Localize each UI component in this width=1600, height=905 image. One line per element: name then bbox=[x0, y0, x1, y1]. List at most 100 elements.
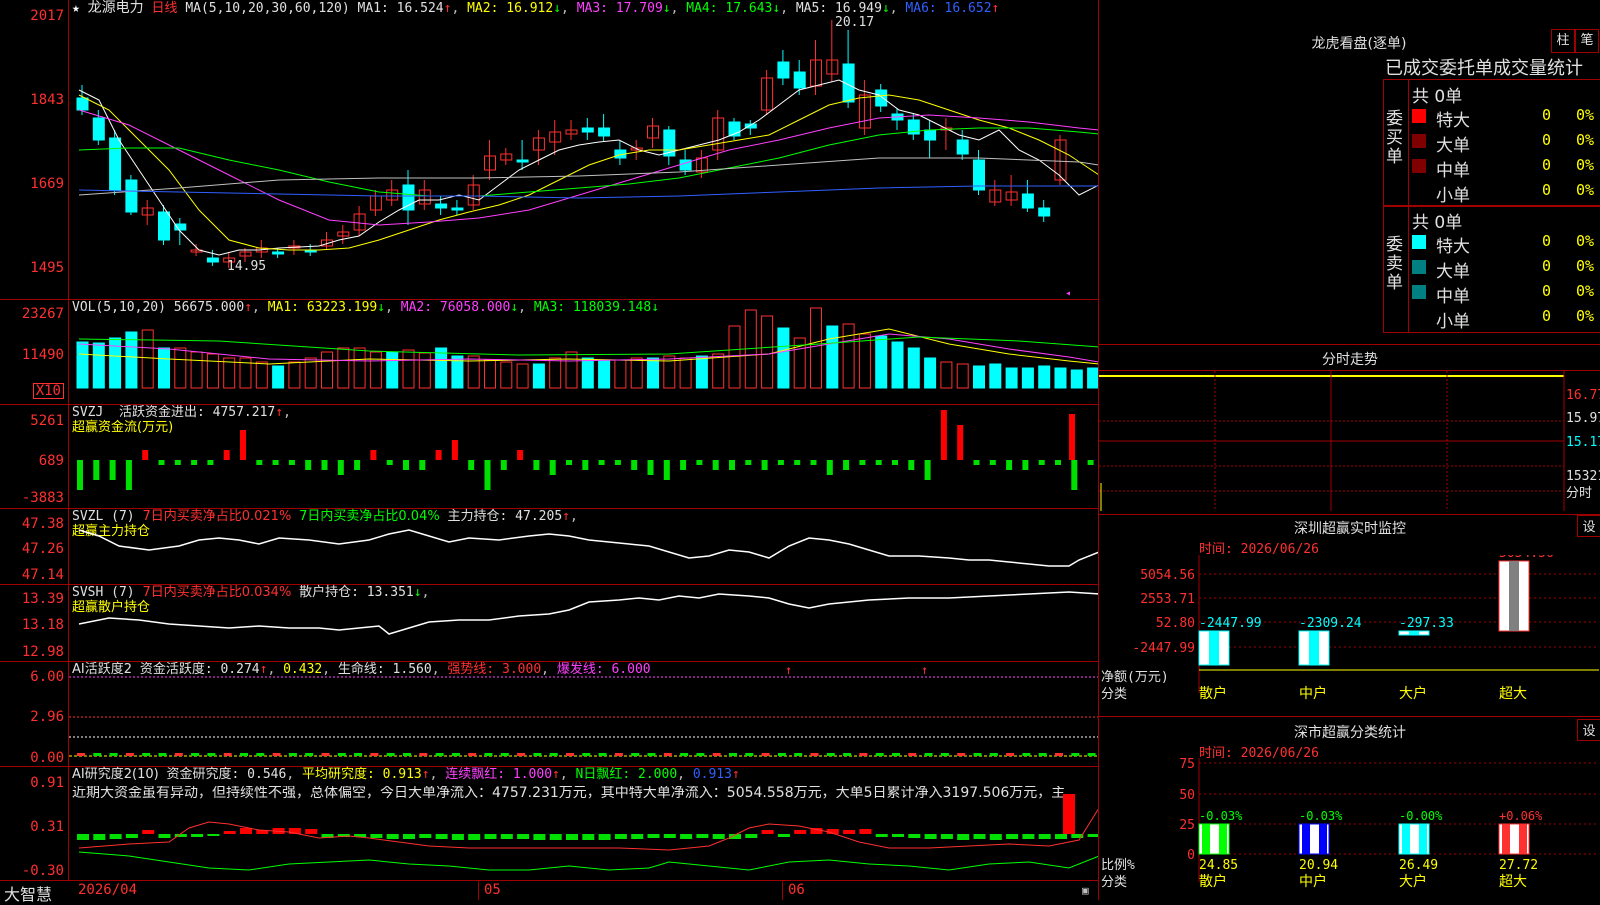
volume-bar bbox=[484, 359, 496, 389]
candle-body bbox=[875, 89, 888, 107]
research-bar bbox=[566, 834, 578, 840]
fund-flow-bar bbox=[1006, 460, 1013, 470]
ai-research-panel[interactable]: 0.91 0.31 -0.30 AI研究度2(10) 资金研究度: 0.546,… bbox=[0, 766, 1098, 881]
research-bar bbox=[403, 834, 415, 839]
sell-row-pct: 0% bbox=[1576, 282, 1595, 300]
y-tick: -0.30 bbox=[21, 863, 64, 879]
svsh-panel[interactable]: 13.39 13.18 12.98 SVSH (7) 7日内买卖净占比0.034… bbox=[0, 584, 1098, 662]
svzl-chart[interactable] bbox=[69, 508, 1098, 584]
research-bar bbox=[940, 834, 953, 839]
research-bar bbox=[386, 834, 399, 839]
fund-flow-bar bbox=[566, 460, 572, 465]
category-label: 散户 bbox=[1199, 685, 1227, 702]
buy-total: 共 0单 bbox=[1412, 87, 1463, 107]
volume-bar bbox=[565, 351, 578, 389]
fenshi-volume: 15321 bbox=[1566, 469, 1600, 484]
candle-body bbox=[272, 251, 285, 255]
ai-activity-panel[interactable]: 6.00 2.96 0.00 AI活跃度2 资金活跃度: 0.274↑, 0.4… bbox=[0, 661, 1098, 767]
y-tick: 25 bbox=[1179, 818, 1195, 833]
sell-row-count: 0 bbox=[1542, 307, 1552, 325]
research-bar bbox=[761, 830, 774, 834]
sz-class-chart[interactable]: 75 50 25 0 比例% 分类 -0.03% 24.85散户 -0.03% 20.94中户 -0… bbox=[1099, 758, 1600, 900]
activity-bar bbox=[1022, 753, 1031, 756]
bar-shade bbox=[1519, 824, 1527, 854]
fund-flow-bar bbox=[647, 460, 654, 475]
research-bar bbox=[1087, 834, 1098, 837]
candle-body bbox=[125, 179, 138, 213]
lock-icon[interactable]: ▣ bbox=[1082, 884, 1089, 897]
kline-chart[interactable]: 20.17 14.95 ◂ bbox=[69, 0, 1098, 299]
sell-row-swatch bbox=[1412, 260, 1426, 274]
buy-orders-box: 委买单 共 0单 特大 0 0% 大单 0 0% 中单 0 0% 小单 0 0% bbox=[1383, 79, 1600, 207]
fund-flow-bar bbox=[288, 460, 295, 465]
volume-panel[interactable]: 23267 11490 X10 VOL(5,10,20) 56675.000↑,… bbox=[0, 299, 1098, 405]
volume-bar bbox=[875, 335, 888, 389]
volume-bar bbox=[288, 361, 301, 389]
fund-flow-bar bbox=[1022, 460, 1029, 470]
fund-flow-bar bbox=[191, 460, 198, 465]
svg-text:↑: ↑ bbox=[785, 663, 792, 677]
y-tick: 52.80 bbox=[1156, 616, 1195, 631]
sell-row-pct: 0% bbox=[1576, 307, 1595, 325]
activity-bar bbox=[468, 753, 477, 756]
y-tick: 0 bbox=[1187, 848, 1195, 863]
ai1-chart[interactable]: ↑ ↑ bbox=[69, 661, 1098, 766]
sz-monitor-settings[interactable]: 设 bbox=[1577, 515, 1600, 537]
research-bar bbox=[549, 834, 562, 840]
lhb-tab-bar[interactable]: 柱 bbox=[1551, 29, 1575, 53]
sz-class-settings[interactable]: 设 bbox=[1577, 719, 1600, 741]
fund-flow-bar bbox=[223, 450, 230, 460]
value-label: 26.49 bbox=[1399, 858, 1438, 873]
ai2-chart[interactable] bbox=[69, 766, 1098, 880]
volume-bar bbox=[141, 329, 154, 389]
y-tick: 1843 bbox=[30, 92, 64, 108]
research-bar bbox=[207, 834, 220, 836]
activity-bar bbox=[158, 753, 167, 756]
volume-bar bbox=[92, 342, 105, 389]
fund-flow-bar bbox=[419, 460, 426, 470]
fund-flow-bar bbox=[614, 460, 621, 465]
svzj-panel[interactable]: 5261 689 -3883 SVZJ 活跃资金进出: 4757.217↑, 超… bbox=[0, 404, 1098, 509]
bar-shade bbox=[1219, 824, 1227, 854]
volume-bar bbox=[810, 307, 822, 389]
fund-flow-bar bbox=[517, 450, 524, 460]
volume-chart[interactable] bbox=[69, 299, 1098, 404]
volume-bar bbox=[158, 347, 170, 389]
lhb-tab-tick[interactable]: 笔 bbox=[1575, 29, 1599, 53]
fenshi-title: 分时走势 bbox=[1322, 352, 1378, 368]
svsh-chart[interactable] bbox=[69, 584, 1098, 661]
activity-bar bbox=[908, 753, 917, 756]
sell-row-label: 小单 bbox=[1436, 312, 1470, 332]
fund-flow-bar bbox=[272, 460, 279, 465]
activity-bar bbox=[582, 753, 591, 756]
fund-flow-bar bbox=[1055, 460, 1061, 465]
svzj-chart[interactable] bbox=[69, 404, 1098, 508]
sz-monitor-chart[interactable]: 5054.56 2553.71 52.80 -2447.99 净额(万元) 分类 散户 -24… bbox=[1099, 555, 1600, 715]
research-bar bbox=[142, 830, 155, 834]
y-tick: 6.00 bbox=[30, 669, 64, 685]
fenshi-chart[interactable]: 16.77 15.97 15.17 15321 分时 bbox=[1099, 371, 1600, 511]
sell-row-pct: 0% bbox=[1576, 257, 1595, 275]
sell-row-label: 大单 bbox=[1436, 262, 1470, 282]
activity-bar bbox=[191, 753, 200, 756]
kline-panel[interactable]: 2017 1843 1669 1495 ★ 龙源电力 日线 MA(5,10,20… bbox=[0, 0, 1098, 300]
x-month-label: 06 bbox=[788, 882, 805, 898]
volume-bar bbox=[418, 352, 431, 389]
volume-bar bbox=[1005, 367, 1018, 389]
svzl-panel[interactable]: 47.38 47.26 47.14 SVZL (7) 7日内买卖净占比0.021… bbox=[0, 508, 1098, 585]
research-bar bbox=[77, 834, 89, 840]
research-bar bbox=[1022, 834, 1035, 839]
activity-bar bbox=[354, 753, 363, 756]
fund-flow-bar bbox=[712, 460, 719, 470]
ma2-line bbox=[78, 94, 1098, 251]
research-bar bbox=[468, 834, 481, 840]
category-label: 超大 bbox=[1499, 686, 1527, 702]
activity-bar bbox=[93, 753, 102, 756]
lhb-title: 龙虎看盘(逐单) bbox=[1311, 36, 1407, 52]
ma1-line bbox=[78, 79, 1098, 256]
activity-bar bbox=[240, 753, 248, 756]
buy-row-count: 0 bbox=[1542, 181, 1552, 199]
buy-row-count: 0 bbox=[1542, 131, 1552, 149]
volume-bar bbox=[989, 363, 1002, 389]
fund-flow-bar bbox=[957, 425, 964, 460]
